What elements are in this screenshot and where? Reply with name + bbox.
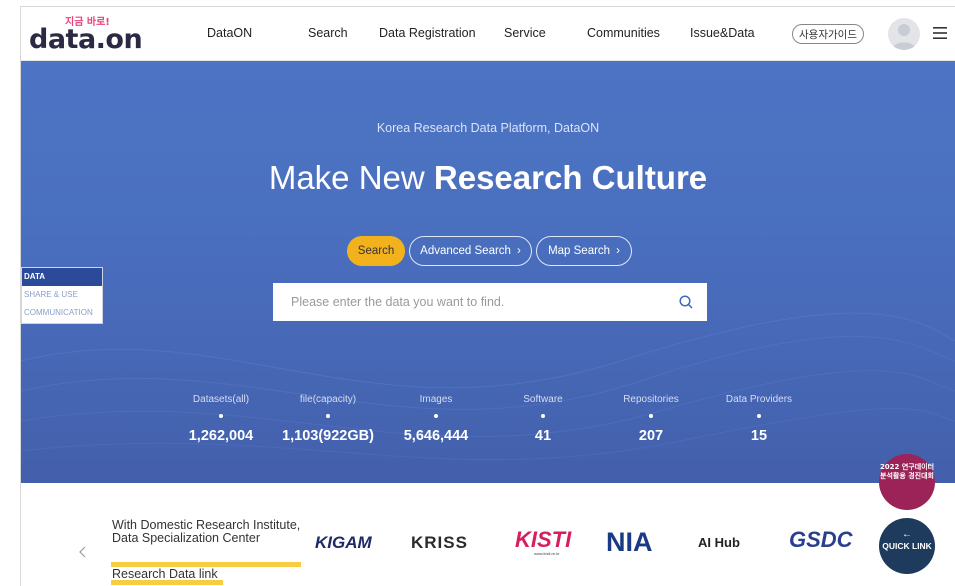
stat-software: Software 41 [488, 394, 598, 444]
stat-label: Repositories [623, 394, 679, 405]
contest-2022-badge[interactable]: 2022 연구데이터 분석활용 경진대회 [879, 454, 935, 510]
stat-data-providers: Data Providers 15 [704, 394, 814, 444]
kisti-logo-subtext: www.kisti.re.kr [534, 551, 560, 556]
nav-search[interactable]: Search [308, 26, 348, 40]
stat-files: file(capacity) 1,103(922GB) [273, 394, 383, 444]
nav-service[interactable]: Service [504, 26, 546, 40]
gsdc-logo[interactable]: GSDC [789, 527, 853, 553]
side-nav-share-use[interactable]: SHARE & USE [22, 286, 102, 304]
stat-value: 5,646,444 [403, 428, 469, 444]
quick-link-button[interactable]: ← QUICK LINK [879, 518, 935, 574]
stat-label: Images [419, 394, 453, 405]
stat-images: Images 5,646,444 [381, 394, 491, 444]
stat-value: 41 [534, 428, 552, 444]
browser-frame: 지금 바로! data.on DataON Search Data Regist… [20, 6, 955, 586]
search-tab-button[interactable]: Search [347, 236, 405, 266]
stat-dot [649, 414, 653, 418]
nia-logo[interactable]: NIA [606, 527, 653, 558]
stat-label: Software [523, 394, 563, 405]
partner-heading: With Domestic Research Institute, Data S… [112, 518, 301, 545]
logo-wordmark: data.on [29, 24, 143, 55]
stat-label: file(capacity) [299, 394, 357, 405]
advanced-search-button[interactable]: Advanced Search › [409, 236, 532, 266]
headline-bold: Research Culture [433, 159, 708, 196]
ai-hub-logo[interactable]: AI Hub [698, 535, 740, 550]
quick-link-label: QUICK LINK [882, 541, 932, 551]
chevron-right-icon: › [516, 245, 521, 257]
site-header: 지금 바로! data.on DataON Search Data Regist… [21, 7, 955, 61]
kigam-logo[interactable]: KIGAM [315, 533, 372, 553]
stat-value: 15 [750, 428, 768, 444]
partner-strip: With Domestic Research Institute, Data S… [21, 483, 955, 586]
stat-repositories: Repositories 207 [596, 394, 706, 444]
stat-dot [541, 414, 545, 418]
stat-dot [434, 414, 438, 418]
stat-dot [757, 414, 761, 418]
stat-label: Datasets(all) [192, 394, 250, 405]
user-guide-button[interactable]: 사용자가이드 [792, 24, 864, 44]
hero-section: Korea Research Data Platform, DataON Mak… [21, 61, 955, 483]
arrow-left-icon: ← [902, 529, 912, 540]
research-data-link[interactable]: Research Data link [112, 567, 218, 581]
map-search-button[interactable]: Map Search › [536, 236, 632, 266]
side-nav-data[interactable]: DATA [22, 268, 102, 286]
chevron-right-icon: › [616, 245, 620, 257]
stat-dot [219, 414, 223, 418]
hero-headline: Make New Research Culture [21, 159, 955, 197]
stat-value: 1,262,004 [188, 428, 254, 444]
map-search-label: Map Search [548, 245, 611, 257]
stat-label: Data Providers [725, 394, 793, 405]
nav-communities[interactable]: Communities [587, 26, 660, 40]
search-input[interactable] [273, 283, 707, 321]
stat-value: 1,103(922GB) [282, 428, 374, 444]
kriss-logo[interactable]: KRISS [411, 533, 468, 553]
user-avatar-icon[interactable] [888, 18, 920, 50]
nav-issue-data[interactable]: Issue&Data [690, 26, 755, 40]
search-icon[interactable] [678, 294, 694, 310]
side-nav-communication[interactable]: COMMUNICATION [22, 304, 102, 322]
hamburger-menu-icon[interactable] [932, 25, 948, 41]
hero-subtitle: Korea Research Data Platform, DataON [376, 121, 600, 135]
nav-data-registration[interactable]: Data Registration [379, 26, 476, 40]
nav-dataon[interactable]: DataON [207, 26, 252, 40]
side-section-nav: DATA SHARE & USE COMMUNICATION [21, 267, 103, 324]
chevron-left-icon[interactable] [77, 545, 89, 559]
stat-dot [326, 414, 330, 418]
stat-datasets: Datasets(all) 1,262,004 [166, 394, 276, 444]
kisti-logo[interactable]: KISTI [515, 527, 571, 553]
stat-value: 207 [638, 428, 664, 444]
headline-light: Make New [268, 159, 434, 196]
dataon-logo[interactable]: 지금 바로! data.on [29, 11, 143, 57]
advanced-search-label: Advanced Search [420, 245, 511, 257]
